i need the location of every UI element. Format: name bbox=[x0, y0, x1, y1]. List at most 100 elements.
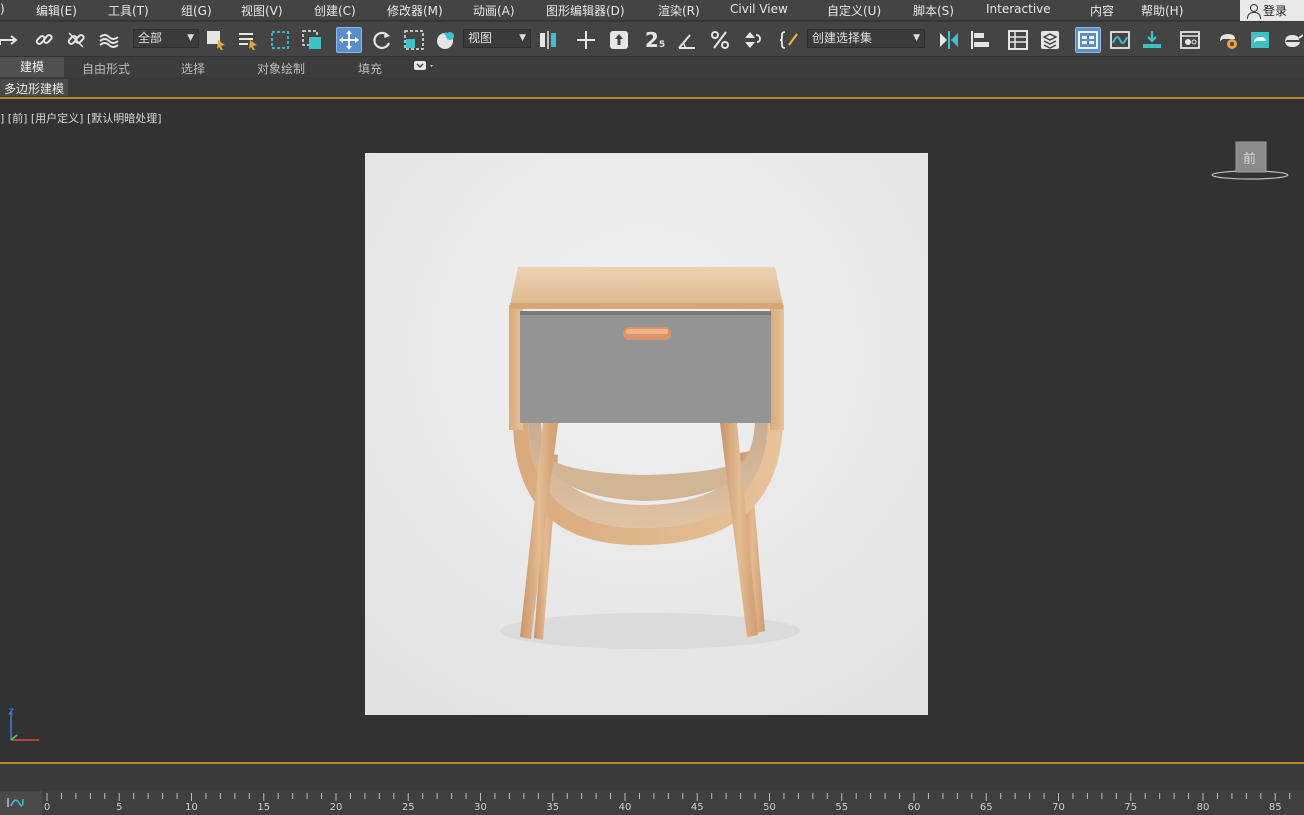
ruler-frame-label: 85 bbox=[1268, 802, 1282, 813]
redo-icon bbox=[0, 35, 18, 45]
menu-item-edit[interactable]: 编辑(E) bbox=[36, 2, 77, 19]
angle-snap-button[interactable] bbox=[674, 27, 700, 53]
rect-selection-region-button[interactable] bbox=[267, 27, 293, 53]
curve-editor-icon bbox=[1110, 31, 1130, 49]
render-setup-button[interactable] bbox=[1215, 27, 1241, 53]
menu-item-civil-view[interactable]: Civil View bbox=[730, 2, 788, 16]
pivot-center-button[interactable] bbox=[535, 27, 561, 53]
ruler-frame-label: 70 bbox=[1052, 802, 1065, 813]
render-production-button[interactable] bbox=[1279, 27, 1304, 53]
scene-explorer-button[interactable] bbox=[1005, 27, 1031, 53]
viewport-label[interactable]: ] [前] [用户定义] [默认明暗处理] bbox=[0, 110, 162, 126]
ruler-ticks bbox=[46, 793, 1291, 801]
login-label: 登录 bbox=[1263, 4, 1288, 18]
menu-item-group[interactable]: 组(G) bbox=[181, 2, 212, 19]
keyboard-shortcut-override-button[interactable] bbox=[606, 27, 632, 53]
select-object-button[interactable] bbox=[203, 27, 229, 53]
toggle-ribbon-button[interactable] bbox=[1075, 27, 1101, 53]
dropdown-arrow-icon: ▼ bbox=[913, 33, 920, 43]
spinner-snap-button[interactable] bbox=[739, 27, 765, 53]
ruler-frame-label: 55 bbox=[835, 802, 849, 813]
percent-snap-button[interactable] bbox=[707, 27, 733, 53]
ribbon-tabs: 建模 自由形式 选择 对象绘制 填充 bbox=[0, 57, 1304, 77]
menu-item-animation[interactable]: 动画(A) bbox=[473, 2, 515, 19]
rendered-frame-window-button[interactable] bbox=[1247, 27, 1273, 53]
redo-button[interactable] bbox=[0, 27, 22, 53]
ruler-frame-label: 60 bbox=[907, 802, 921, 813]
select-and-scale-button[interactable] bbox=[401, 27, 427, 53]
menu-item-help[interactable]: 帮助(H) bbox=[1141, 2, 1183, 19]
polygon-modeling-panel[interactable]: 多边形建模 bbox=[0, 79, 69, 96]
ruler-frame-label: 15 bbox=[257, 802, 271, 813]
menu-bar: ) 编辑(E) 工具(T) 组(G) 视图(V) 创建(C) 修改器(M) 动画… bbox=[0, 0, 1304, 21]
percent-snap-icon bbox=[711, 31, 729, 49]
open-mini-curve-editor-button[interactable] bbox=[0, 791, 42, 815]
selection-filter-value: 全部 bbox=[138, 31, 163, 45]
login-button[interactable]: 登录 bbox=[1240, 0, 1304, 21]
user-icon bbox=[1246, 3, 1261, 19]
ruler-frame-label: 20 bbox=[329, 802, 343, 813]
ribbon-icon bbox=[1078, 31, 1098, 49]
menu-item-rendering[interactable]: 渲染(R) bbox=[658, 2, 700, 19]
select-and-place-button[interactable] bbox=[433, 27, 459, 53]
edit-named-selection-button[interactable] bbox=[777, 27, 803, 53]
reference-coordinate-dropdown[interactable]: 视图 ▼ bbox=[463, 29, 531, 48]
keyboard-override-icon bbox=[610, 31, 628, 49]
mirror-icon bbox=[940, 31, 958, 49]
angle-snap-icon bbox=[678, 34, 695, 49]
menu-item-customize[interactable]: 自定义(U) bbox=[827, 2, 881, 19]
window-crossing-button[interactable] bbox=[299, 27, 325, 53]
link-button[interactable] bbox=[31, 27, 57, 53]
material-editor-button[interactable] bbox=[1177, 27, 1203, 53]
menu-item-view[interactable]: 视图(V) bbox=[241, 2, 283, 19]
curve-editor-button[interactable] bbox=[1107, 27, 1133, 53]
selection-filter-dropdown[interactable]: 全部 ▼ bbox=[133, 29, 199, 48]
align-button[interactable] bbox=[967, 27, 993, 53]
frame-ruler[interactable]: 0 5 10 15 20 25 30 35 40 45 50 55 60 65 70 75 80 85 bbox=[42, 791, 1304, 815]
track-bar[interactable]: 0 5 10 15 20 25 30 35 40 45 50 55 60 65 70 75 80 85 bbox=[0, 791, 1304, 815]
select-and-move-button[interactable] bbox=[336, 27, 362, 53]
ruler-frame-label: 5 bbox=[116, 802, 123, 813]
ribbon-options-button[interactable] bbox=[413, 59, 437, 76]
ruler-frame-label: 30 bbox=[474, 802, 487, 813]
menu-item-edge[interactable]: ) bbox=[0, 2, 5, 16]
max-window: ) 编辑(E) 工具(T) 组(G) 视图(V) 创建(C) 修改器(M) 动画… bbox=[0, 0, 1304, 815]
manipulate-icon bbox=[577, 31, 595, 49]
material-editor-icon bbox=[1180, 31, 1200, 49]
menu-item-scripting[interactable]: 脚本(S) bbox=[913, 2, 954, 19]
mirror-button[interactable] bbox=[936, 27, 962, 53]
place-icon bbox=[437, 31, 454, 49]
menu-item-modifiers[interactable]: 修改器(M) bbox=[387, 2, 443, 19]
select-manipulate-button[interactable] bbox=[573, 27, 599, 53]
menu-item-tools[interactable]: 工具(T) bbox=[108, 2, 149, 19]
tab-modeling[interactable]: 建模 bbox=[0, 57, 65, 77]
reference-image-plane bbox=[365, 153, 928, 715]
mini-curve-icon bbox=[7, 798, 24, 807]
time-slider[interactable] bbox=[0, 764, 1304, 791]
select-and-rotate-button[interactable] bbox=[369, 27, 395, 53]
snaps-label: 2 bbox=[644, 28, 659, 52]
teapot-icon bbox=[1285, 34, 1303, 47]
tab-populate[interactable]: 填充 bbox=[358, 60, 382, 77]
layer-explorer-button[interactable] bbox=[1037, 27, 1063, 53]
tab-selection[interactable]: 选择 bbox=[181, 60, 205, 77]
menu-item-graph-editors[interactable]: 图形编辑器(D) bbox=[546, 2, 625, 19]
named-selection-value: 创建选择集 bbox=[812, 31, 873, 45]
bind-space-warp-button[interactable] bbox=[96, 27, 122, 53]
unlink-button[interactable] bbox=[63, 27, 89, 53]
menu-item-interactive[interactable]: Interactive bbox=[986, 2, 1051, 16]
tab-object-paint[interactable]: 对象绘制 bbox=[257, 60, 305, 77]
select-by-name-button[interactable] bbox=[235, 27, 261, 53]
front-viewport[interactable]: ] [前] [用户定义] [默认明暗处理] 前 bbox=[0, 101, 1304, 762]
menu-item-create[interactable]: 创建(C) bbox=[314, 2, 356, 19]
menu-item-content[interactable]: 内容 bbox=[1090, 2, 1114, 19]
layer-explorer-icon bbox=[1041, 31, 1059, 49]
viewcube[interactable]: 前 bbox=[1210, 141, 1290, 181]
rendered-frame-icon bbox=[1251, 32, 1269, 48]
tab-freeform[interactable]: 自由形式 bbox=[82, 60, 130, 77]
named-selection-dropdown[interactable]: 创建选择集 ▼ bbox=[807, 29, 925, 48]
ruler-frame-label: 0 bbox=[43, 802, 51, 813]
rect-selection-icon bbox=[271, 31, 289, 49]
snaps-toggle-button[interactable]: 25 bbox=[642, 27, 668, 53]
schematic-view-button[interactable] bbox=[1139, 27, 1165, 53]
